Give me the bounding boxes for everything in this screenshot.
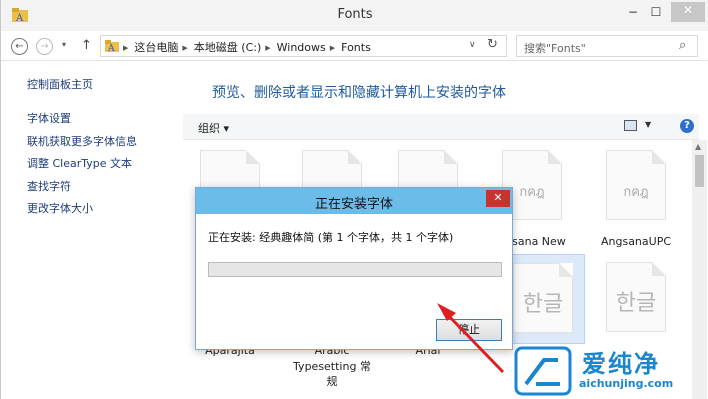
maximize-button[interactable]: ☐ <box>649 4 663 22</box>
command-bar: 组织 ▾ ▼ ? <box>183 114 699 140</box>
sidebar-item-change-font-size[interactable]: 更改字体大小 <box>27 200 93 216</box>
scroll-up-icon[interactable]: ▲ <box>695 142 701 151</box>
font-preview-page: กคฎ <box>606 150 666 220</box>
search-input[interactable]: 搜索"Fonts" ⌕ <box>516 35 698 57</box>
breadcrumb-separator-icon[interactable]: ▶ <box>330 44 335 52</box>
sidebar-item-get-font-info-online[interactable]: 联机获取更多字体信息 <box>27 133 137 149</box>
dialog-title-bar[interactable]: 正在安装字体 ✕ <box>196 188 512 214</box>
font-preview-glyph: 한글 <box>522 292 564 317</box>
breadcrumb: ▶ 这台电脑 ▶ 本地磁盘 (C:) ▶ Windows ▶ Fonts <box>123 39 375 55</box>
breadcrumb-fonts[interactable]: Fonts <box>341 41 371 54</box>
up-level-button[interactable]: ↑ <box>81 38 92 53</box>
address-bar[interactable]: A ▶ 这台电脑 ▶ 本地磁盘 (C:) ▶ Windows ▶ Fonts ∨ ↻ <box>100 35 507 57</box>
dialog-body: 正在安装: 经典趣体简 (第 1 个字体，共 1 个字体) 停止 <box>196 214 512 349</box>
sidebar-item-control-panel-home[interactable]: 控制面板主页 <box>27 76 93 92</box>
sidebar-item-adjust-cleartype[interactable]: 调整 ClearType 文本 <box>27 155 132 171</box>
breadcrumb-separator-icon[interactable]: ▶ <box>265 44 270 52</box>
sidebar-item-find-character[interactable]: 查找字符 <box>27 178 71 194</box>
font-tile-selected[interactable]: 한글 <box>503 254 585 344</box>
view-dropdown-icon[interactable]: ▼ <box>645 120 651 129</box>
font-preview-glyph: กคฎ <box>623 185 649 200</box>
installing-fonts-dialog: 正在安装字体 ✕ 正在安装: 经典趣体简 (第 1 个字体，共 1 个字体) 停… <box>195 187 513 350</box>
search-placeholder: 搜索"Fonts" <box>524 42 586 55</box>
font-preview-page: 한글 <box>606 262 666 332</box>
back-button[interactable]: ← <box>11 38 28 55</box>
dialog-close-button[interactable]: ✕ <box>486 190 510 207</box>
breadcrumb-separator-icon[interactable]: ▶ <box>123 44 128 52</box>
font-preview-page: 한글 <box>513 263 573 333</box>
page-title: 预览、删除或者显示和隐藏计算机上安装的字体 <box>212 85 506 101</box>
title-bar[interactable]: A Fonts − ☐ ✕ <box>1 0 708 31</box>
view-options-icon[interactable] <box>624 120 637 131</box>
sidebar-item-font-settings[interactable]: 字体设置 <box>27 110 71 126</box>
install-status-text: 正在安装: 经典趣体简 (第 1 个字体，共 1 个字体) <box>208 231 454 244</box>
breadcrumb-separator-icon[interactable]: ▶ <box>182 44 187 52</box>
refresh-icon[interactable]: ↻ <box>487 37 498 52</box>
breadcrumb-local-disk[interactable]: 本地磁盘 (C:) <box>194 41 261 54</box>
breadcrumb-this-pc[interactable]: 这台电脑 <box>134 41 178 54</box>
aichunjing-logo-icon <box>514 346 572 396</box>
forward-button[interactable]: → <box>36 38 53 55</box>
close-button[interactable]: ✕ <box>671 2 705 22</box>
address-toolbar: ← → ▾ ↑ A ▶ 这台电脑 ▶ 本地磁盘 (C:) ▶ Windows ▶ Fonts … <box>1 31 708 61</box>
breadcrumb-windows[interactable]: Windows <box>277 41 326 54</box>
dialog-title: 正在安装字体 <box>314 197 393 212</box>
scroll-thumb[interactable] <box>695 155 704 187</box>
help-icon[interactable]: ? <box>680 119 694 133</box>
window-title: Fonts <box>337 7 373 22</box>
address-dropdown-icon[interactable]: ∨ <box>469 40 476 50</box>
install-progress-bar <box>208 262 502 277</box>
explorer-window: A Fonts − ☐ ✕ ← → ▾ ↑ A ▶ 这台电脑 ▶ 本地磁盘 (C:) ▶… <box>0 0 708 399</box>
watermark-text: 爱纯净 <box>582 350 660 378</box>
font-preview-glyph: 한글 <box>615 291 657 316</box>
vertical-scrollbar[interactable]: ▲ <box>692 140 707 399</box>
font-tile[interactable]: 한글 <box>597 262 675 338</box>
organize-menu-button[interactable]: 组织 ▾ <box>198 120 229 136</box>
recent-locations-chevron-icon[interactable]: ▾ <box>62 40 66 49</box>
folder-icon: A <box>105 40 119 54</box>
font-tile-label-line2: Typesetting 常 <box>293 360 371 373</box>
minimize-button[interactable]: − <box>625 4 641 22</box>
font-tile-label-line3: 规 <box>326 375 338 388</box>
search-icon[interactable]: ⌕ <box>679 38 686 53</box>
font-tile[interactable]: กคฎ AngsanaUPC <box>597 150 675 248</box>
svg-text:A: A <box>107 44 115 54</box>
stop-button[interactable]: 停止 <box>436 319 502 341</box>
font-tile-label: AngsanaUPC <box>600 235 672 248</box>
watermark-url: aichunjing.com <box>579 377 674 390</box>
